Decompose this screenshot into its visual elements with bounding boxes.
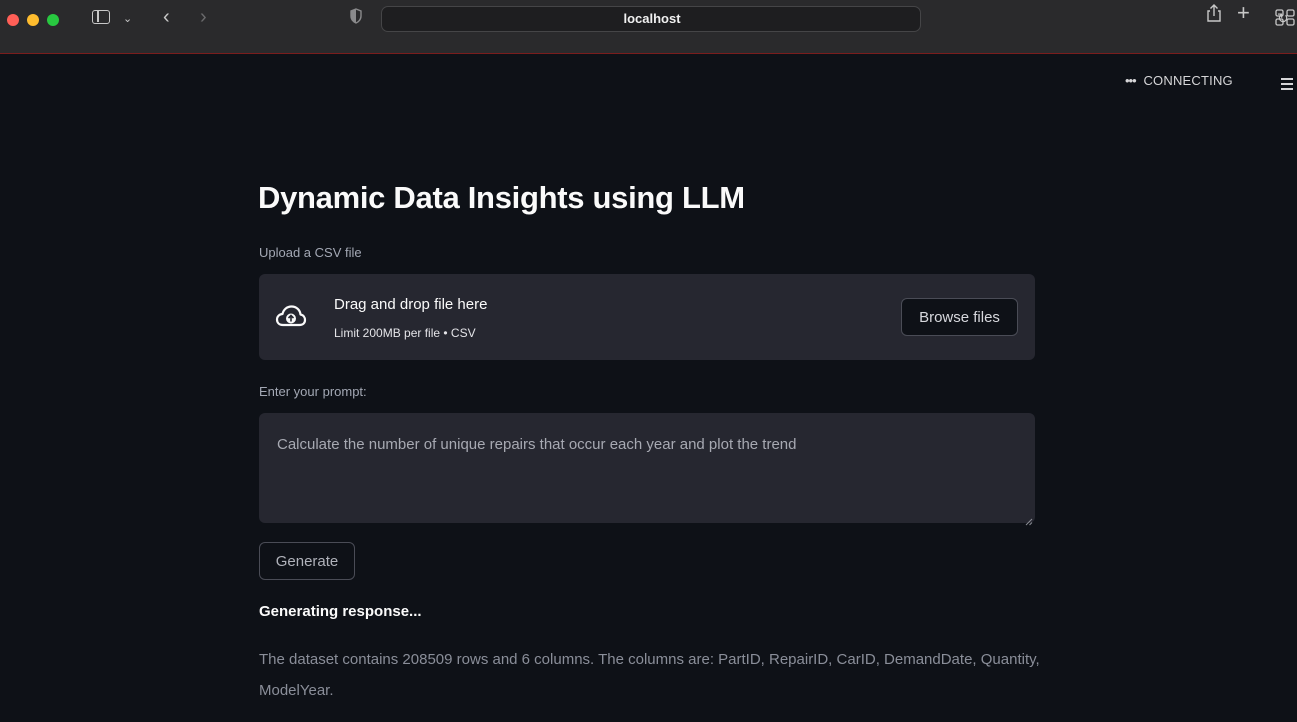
prompt-label: Enter your prompt: — [259, 384, 367, 399]
tab-overview-icon[interactable] — [1275, 9, 1297, 27]
cloud-upload-icon — [275, 303, 307, 331]
dataset-summary: The dataset contains 208509 rows and 6 c… — [259, 651, 1040, 699]
connection-status: ••• CONNECTING — [1125, 73, 1233, 88]
loading-line — [0, 53, 1297, 54]
connection-status-label: CONNECTING — [1143, 73, 1233, 88]
sidebar-toggle-icon[interactable] — [92, 10, 110, 24]
resize-handle-icon[interactable] — [1025, 513, 1033, 526]
dropzone-text: Drag and drop file here — [334, 296, 488, 313]
minimize-window-button[interactable] — [27, 14, 39, 26]
plus-icon[interactable]: + — [1237, 2, 1250, 24]
close-window-button[interactable] — [7, 14, 19, 26]
prompt-input[interactable]: Calculate the number of unique repairs t… — [259, 413, 1035, 523]
generate-button[interactable]: Generate — [259, 542, 355, 580]
address-bar[interactable]: localhost ↻ — [381, 6, 1289, 32]
forward-icon[interactable]: › — [200, 7, 207, 27]
browse-files-button[interactable]: Browse files — [901, 298, 1018, 336]
share-icon[interactable] — [1207, 4, 1221, 26]
main-menu-icon[interactable] — [1281, 78, 1293, 93]
page-title: Dynamic Data Insights using LLM — [258, 180, 745, 215]
upload-label: Upload a CSV file — [259, 245, 362, 260]
chevron-down-icon[interactable]: ⌄ — [123, 9, 132, 29]
dots-icon: ••• — [1125, 73, 1137, 88]
browser-toolbar: ⌄ ‹ › localhost ↻ + — [0, 0, 1297, 54]
address-text: localhost — [623, 11, 681, 26]
back-icon[interactable]: ‹ — [163, 7, 170, 27]
file-dropzone[interactable]: Drag and drop file here Limit 200MB per … — [259, 274, 1035, 360]
shield-icon[interactable] — [350, 8, 362, 24]
zoom-window-button[interactable] — [47, 14, 59, 26]
generating-status: Generating response... — [259, 603, 422, 620]
dropzone-limit: Limit 200MB per file • CSV — [334, 326, 476, 340]
